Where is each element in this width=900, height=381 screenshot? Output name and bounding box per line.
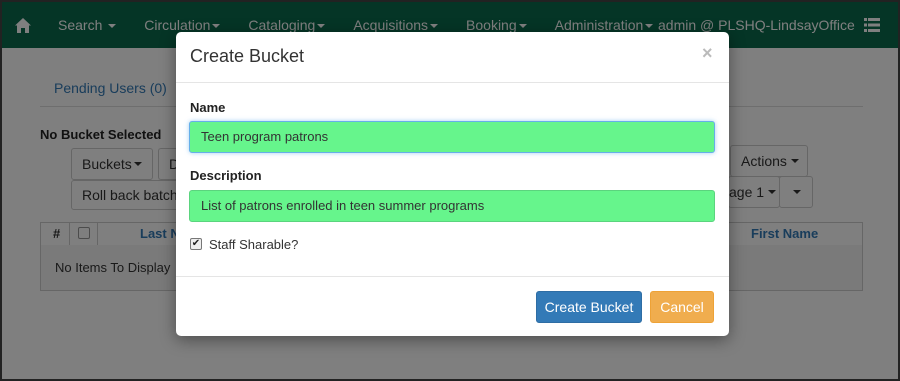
name-input[interactable]: Teen program patrons	[189, 121, 715, 153]
close-icon[interactable]: ×	[702, 44, 713, 62]
app-window: Search Circulation Cataloging Acquisitio…	[0, 0, 900, 381]
dialog-title: Create Bucket	[190, 46, 305, 66]
staff-sharable-label[interactable]: Staff Sharable?	[209, 237, 298, 252]
create-bucket-button[interactable]: Create Bucket	[536, 291, 642, 323]
description-input[interactable]: List of patrons enrolled in teen summer …	[189, 190, 715, 222]
name-label: Name	[190, 100, 226, 115]
create-bucket-dialog: Create Bucket × Name Teen program patron…	[176, 32, 729, 336]
cancel-button[interactable]: Cancel	[650, 291, 714, 323]
dialog-footer-divider	[176, 276, 729, 277]
staff-sharable-checkbox[interactable]: ✔	[190, 238, 202, 250]
description-label: Description	[190, 168, 262, 183]
dialog-header: Create Bucket ×	[176, 32, 729, 83]
